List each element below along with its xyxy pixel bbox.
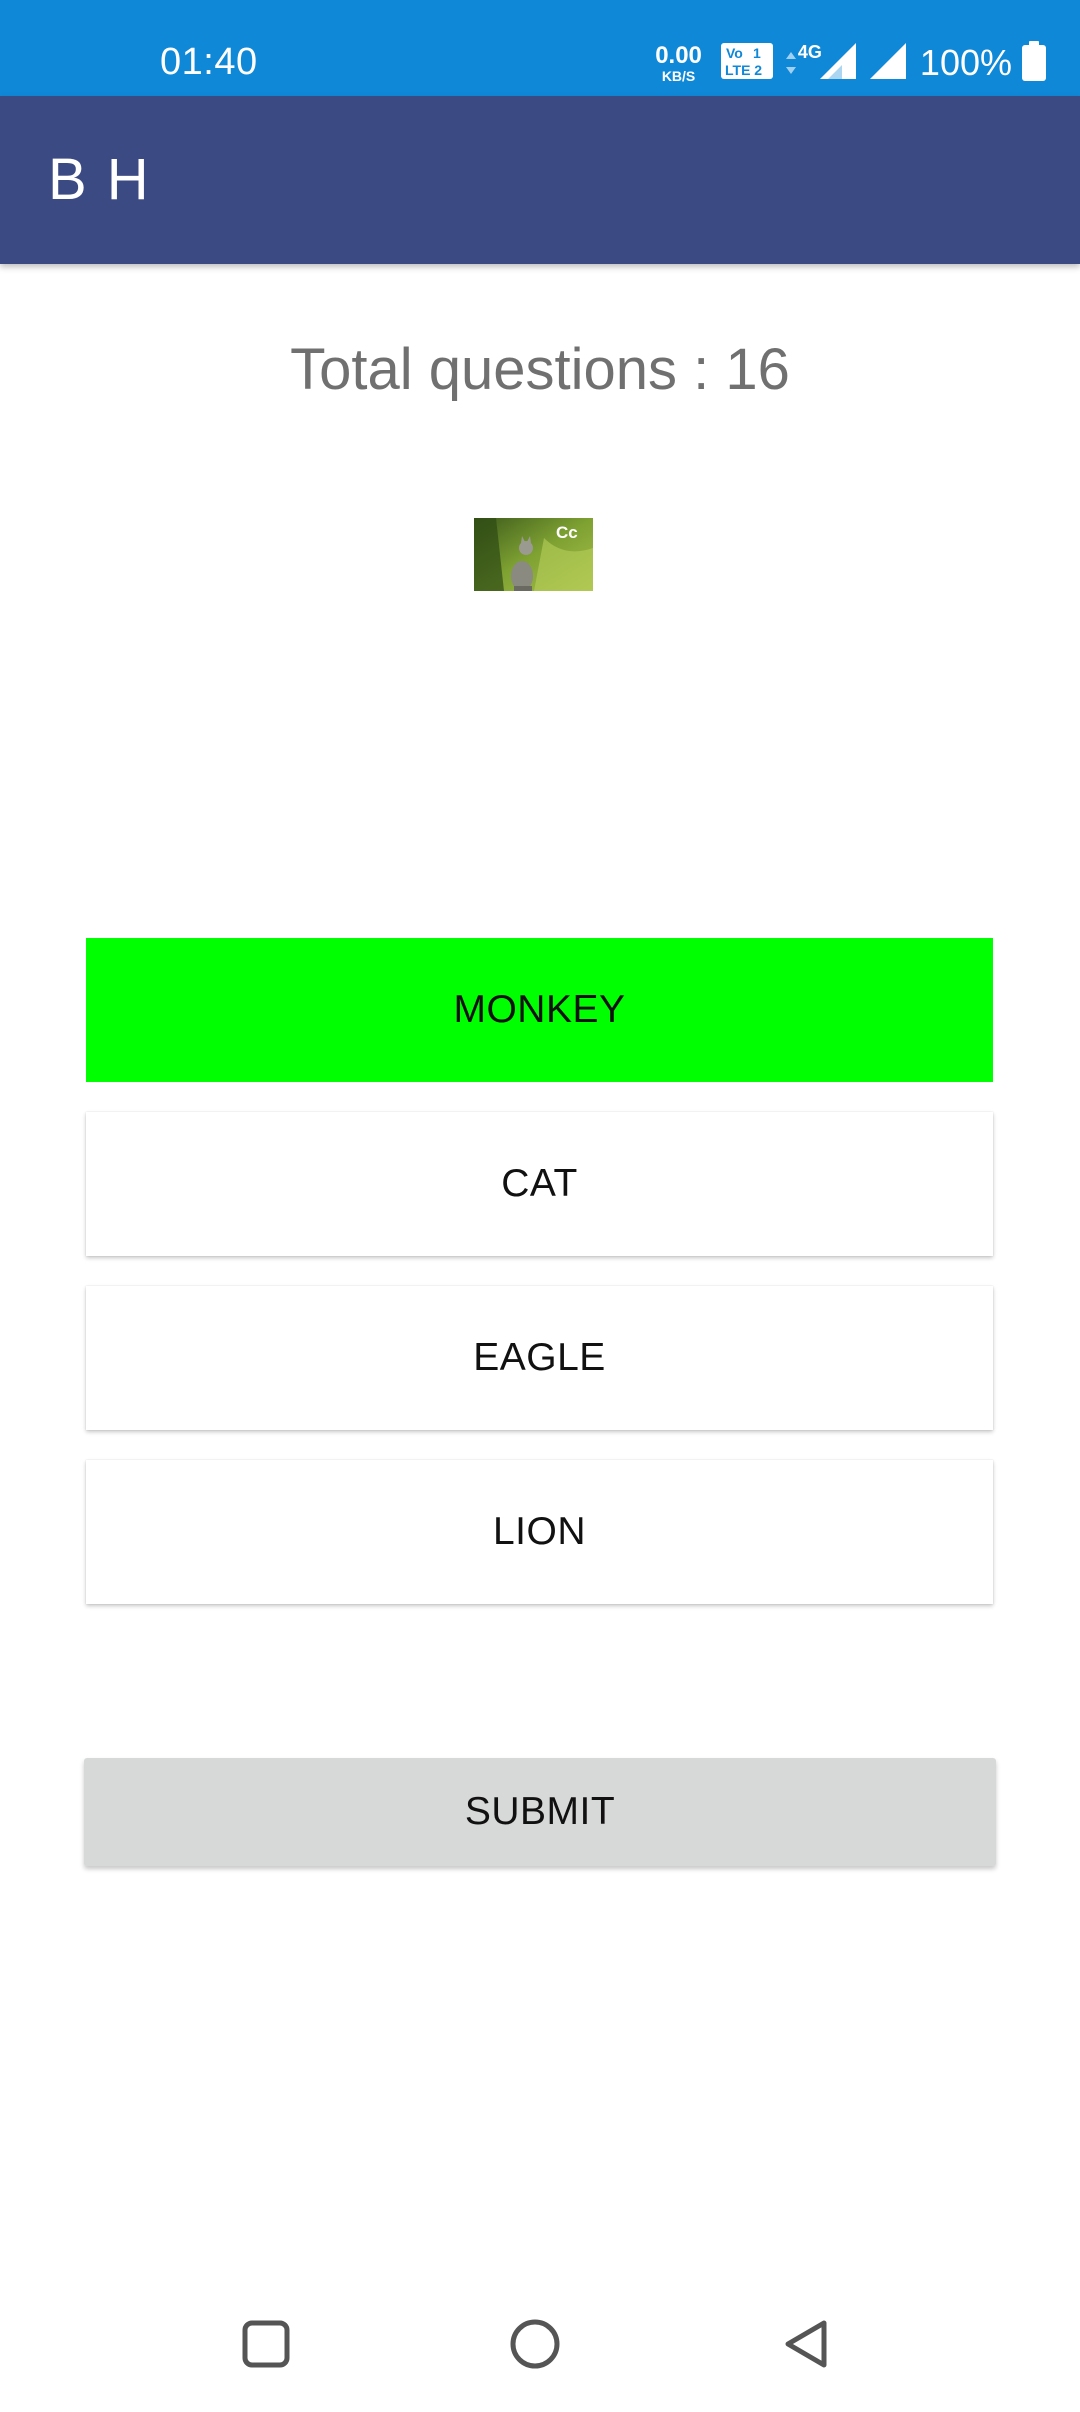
volte-icon: Vo 1 LTE 2 — [720, 42, 774, 85]
battery-icon — [1022, 40, 1046, 86]
recents-icon — [241, 2319, 291, 2374]
svg-text:1: 1 — [753, 45, 761, 61]
app-title: B H — [48, 147, 151, 212]
signal-icon — [818, 41, 858, 86]
svg-text:LTE 2: LTE 2 — [725, 62, 762, 78]
svg-text:Vo: Vo — [726, 45, 743, 61]
network-type-icon: 4G — [784, 42, 822, 78]
net-speed-value: 0.00 — [655, 41, 702, 69]
status-bar: 01:40 0.00 KB/S Vo 1 LTE 2 4G 100% — [0, 0, 1080, 96]
home-icon — [509, 2318, 561, 2375]
status-icons: 0.00 KB/S Vo 1 LTE 2 4G 100% — [655, 0, 1046, 96]
option-monkey[interactable]: MONKEY — [86, 938, 993, 1082]
recents-button[interactable] — [206, 2280, 326, 2412]
question-image: Cc — [474, 518, 593, 591]
total-questions-label: Total questions : 16 — [290, 337, 790, 402]
back-icon — [780, 2318, 832, 2375]
net-speed: 0.00 KB/S — [655, 41, 702, 84]
option-eagle[interactable]: EAGLE — [86, 1286, 993, 1430]
net-speed-unit: KB/S — [661, 67, 696, 84]
option-lion[interactable]: LION — [86, 1460, 993, 1604]
image-caption: Cc — [556, 523, 578, 542]
submit-button[interactable]: SUBMIT — [84, 1758, 996, 1866]
option-cat[interactable]: CAT — [86, 1112, 993, 1256]
status-time: 01:40 — [160, 41, 258, 83]
battery-percent: 100% — [919, 42, 1012, 83]
nav-bar — [0, 2280, 1080, 2412]
home-button[interactable] — [475, 2280, 595, 2412]
back-button[interactable] — [746, 2280, 866, 2412]
signal-icon-2 — [868, 41, 908, 86]
app-bar: B H — [0, 96, 1080, 264]
